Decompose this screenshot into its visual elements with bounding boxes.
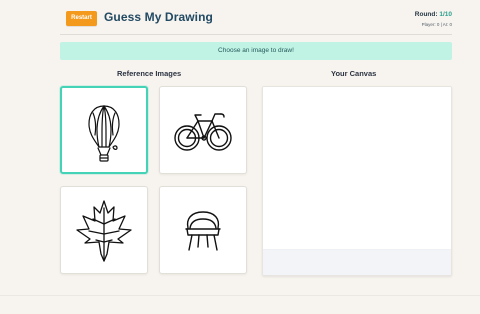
round-indicator: Round: 1/10	[362, 11, 452, 19]
header: Restart Guess My Drawing Round: 1/10 Pla…	[60, 9, 452, 33]
reference-image-bicycle[interactable]	[159, 86, 247, 174]
reference-image-chair[interactable]	[159, 186, 247, 274]
reference-image-maple-leaf[interactable]	[60, 186, 148, 274]
page-title: Guess My Drawing	[104, 10, 213, 24]
round-label: Round:	[414, 11, 438, 18]
maple-leaf-icon	[76, 200, 132, 262]
page-bottom-divider	[0, 295, 480, 296]
score-panel: Round: 1/10 Player: 0 | AI: 0	[362, 11, 452, 28]
drawing-canvas-panel	[262, 86, 452, 276]
drawing-canvas[interactable]	[263, 87, 451, 251]
round-value: 1/10	[439, 11, 452, 18]
restart-button[interactable]: Restart	[66, 11, 97, 26]
score-text: Player: 0 | AI: 0	[421, 22, 452, 27]
game-page: Restart Guess My Drawing Round: 1/10 Pla…	[0, 0, 480, 314]
header-divider	[60, 34, 452, 35]
hot-air-balloon-icon	[88, 105, 120, 162]
canvas-title: Your Canvas	[331, 69, 377, 78]
chair-icon	[185, 211, 221, 251]
reference-image-balloon[interactable]	[60, 86, 148, 174]
bicycle-icon	[174, 113, 232, 151]
reference-images-title: Reference Images	[117, 69, 182, 78]
canvas-footer	[263, 249, 451, 275]
status-banner: Choose an image to draw!	[60, 42, 452, 60]
